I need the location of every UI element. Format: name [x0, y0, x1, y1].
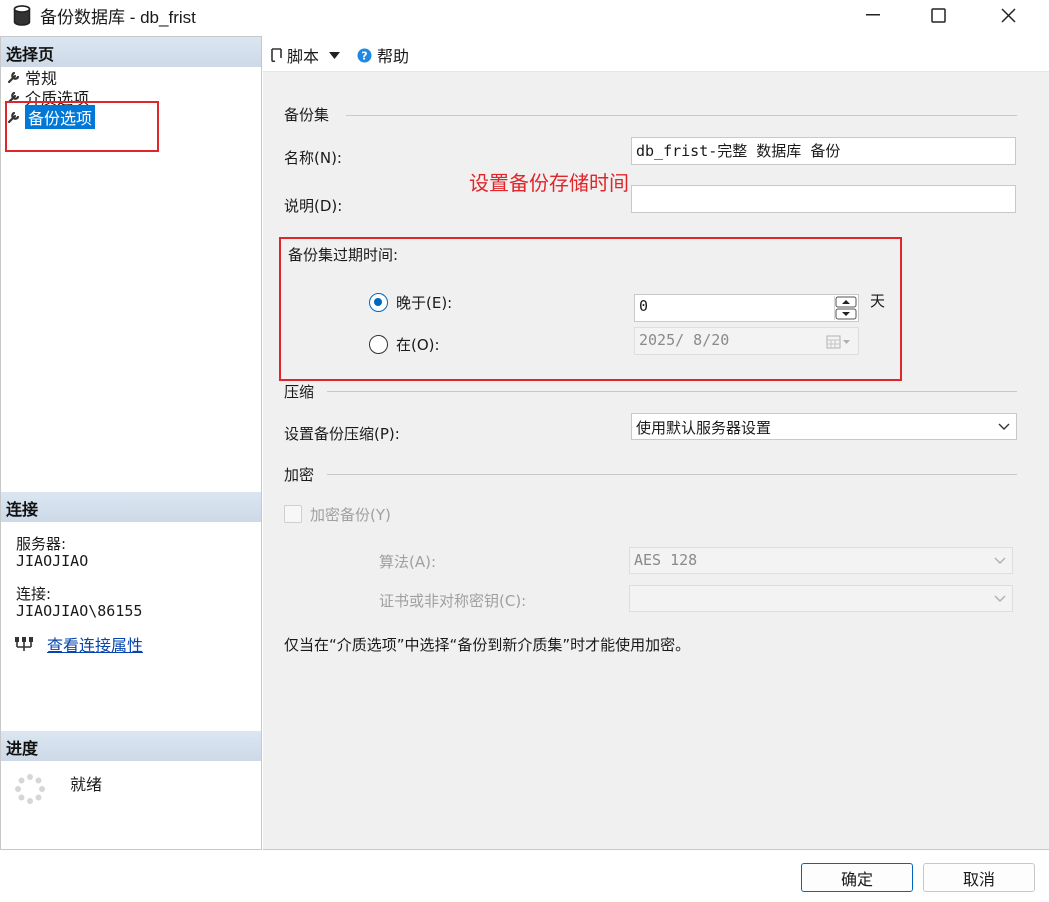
group-divider — [327, 474, 1017, 475]
expiration-label: 备份集过期时间: — [288, 246, 399, 264]
server-value: JIAOJIAO — [16, 552, 89, 570]
compression-select[interactable]: 使用默认服务器设置 — [631, 413, 1017, 440]
script-label: 脚本 — [287, 47, 320, 66]
wrench-icon — [7, 71, 20, 84]
database-icon — [13, 5, 31, 26]
minimize-button[interactable] — [850, 0, 896, 30]
connection-header: 连接 — [1, 492, 261, 522]
help-button[interactable]: ? 帮助 — [357, 43, 409, 67]
expire-after-radio[interactable] — [369, 293, 388, 312]
chevron-down-icon — [994, 595, 1006, 602]
name-label: 名称(N): — [284, 149, 342, 167]
certificate-select[interactable] — [629, 585, 1013, 612]
days-unit-label: 天 — [870, 292, 886, 310]
description-input[interactable] — [631, 185, 1016, 213]
backup-set-group-label: 备份集 — [284, 106, 330, 124]
progress-spinner-icon — [15, 774, 45, 804]
ok-button[interactable]: 确定 — [801, 863, 913, 892]
description-label: 说明(D): — [284, 197, 343, 215]
encrypt-backup-checkbox[interactable] — [284, 505, 302, 523]
connection-label: 连接: — [16, 585, 52, 603]
expire-on-label: 在(O): — [396, 336, 440, 354]
backup-options-panel: 备份集 名称(N): db_frist-完整 数据库 备份 设置备份存储时间 说… — [263, 72, 1049, 850]
cancel-button[interactable]: 取消 — [923, 863, 1035, 892]
certificate-label: 证书或非对称密钥(C): — [379, 592, 527, 610]
chevron-down-icon[interactable] — [329, 51, 341, 59]
encryption-note: 仅当在“介质选项”中选择“备份到新介质集”时才能使用加密。 — [284, 636, 691, 654]
nav-item-label: 备份选项 — [25, 105, 96, 129]
connection-value: JIAOJIAO\86155 — [16, 602, 143, 620]
backup-name-input[interactable]: db_frist-完整 数据库 备份 — [631, 137, 1016, 165]
spinner-arrows-icon[interactable] — [835, 296, 857, 320]
script-icon — [271, 48, 282, 63]
progress-header: 进度 — [1, 731, 261, 761]
expire-after-label: 晚于(E): — [396, 294, 453, 312]
algorithm-label: 算法(A): — [379, 553, 437, 571]
expire-on-radio[interactable] — [369, 335, 388, 354]
chevron-down-icon — [998, 423, 1010, 430]
close-icon — [1000, 7, 1016, 23]
encrypt-backup-label: 加密备份(Y) — [310, 506, 391, 524]
expire-after-days-input[interactable]: 0 — [634, 294, 859, 322]
maximize-icon — [930, 7, 946, 23]
help-icon: ? — [357, 48, 372, 62]
wrench-icon — [7, 91, 20, 104]
group-divider — [327, 391, 1017, 392]
compression-setting-label: 设置备份压缩(P): — [284, 425, 400, 443]
server-label: 服务器: — [16, 535, 67, 553]
algorithm-select-value: AES 128 — [634, 551, 698, 569]
compression-group-label: 压缩 — [284, 383, 315, 401]
maximize-button[interactable] — [915, 0, 961, 30]
nav-item-general[interactable]: 常规 — [7, 67, 57, 88]
days-spinner[interactable] — [834, 296, 857, 320]
svg-text:?: ? — [361, 49, 367, 62]
title-bar: 备份数据库 - db_frist — [0, 0, 1049, 30]
wrench-icon — [7, 111, 20, 124]
calendar-icon[interactable] — [826, 335, 852, 349]
progress-status: 就绪 — [70, 775, 103, 794]
window-title: 备份数据库 - db_frist — [40, 8, 196, 27]
expire-on-date-value: 2025/ 8/20 — [639, 331, 730, 349]
connection-properties-icon — [15, 637, 33, 651]
encryption-group-label: 加密 — [284, 466, 315, 484]
nav-item-backup-options[interactable]: 备份选项 — [7, 105, 96, 129]
close-button[interactable] — [985, 0, 1031, 30]
script-button[interactable]: 脚本 — [269, 43, 341, 67]
group-divider — [346, 115, 1017, 116]
view-connection-properties-link[interactable]: 查看连接属性 — [47, 632, 143, 656]
select-page-header: 选择页 — [1, 37, 261, 67]
annotation-text: 设置备份存储时间 — [469, 171, 629, 195]
chevron-down-icon — [994, 557, 1006, 564]
left-pane: 选择页 常规 介质选项 备份选项 连接 服务器: JIAOJIAO 连接: JI… — [0, 36, 262, 850]
minimize-icon — [866, 14, 880, 16]
toolbar: 脚本 ? 帮助 — [263, 36, 1049, 72]
help-label: 帮助 — [377, 47, 410, 66]
algorithm-select[interactable]: AES 128 — [629, 547, 1013, 574]
nav-item-media-options[interactable]: 介质选项 — [7, 87, 89, 108]
expire-on-date-picker[interactable]: 2025/ 8/20 — [634, 327, 859, 355]
compression-select-value: 使用默认服务器设置 — [636, 419, 772, 437]
